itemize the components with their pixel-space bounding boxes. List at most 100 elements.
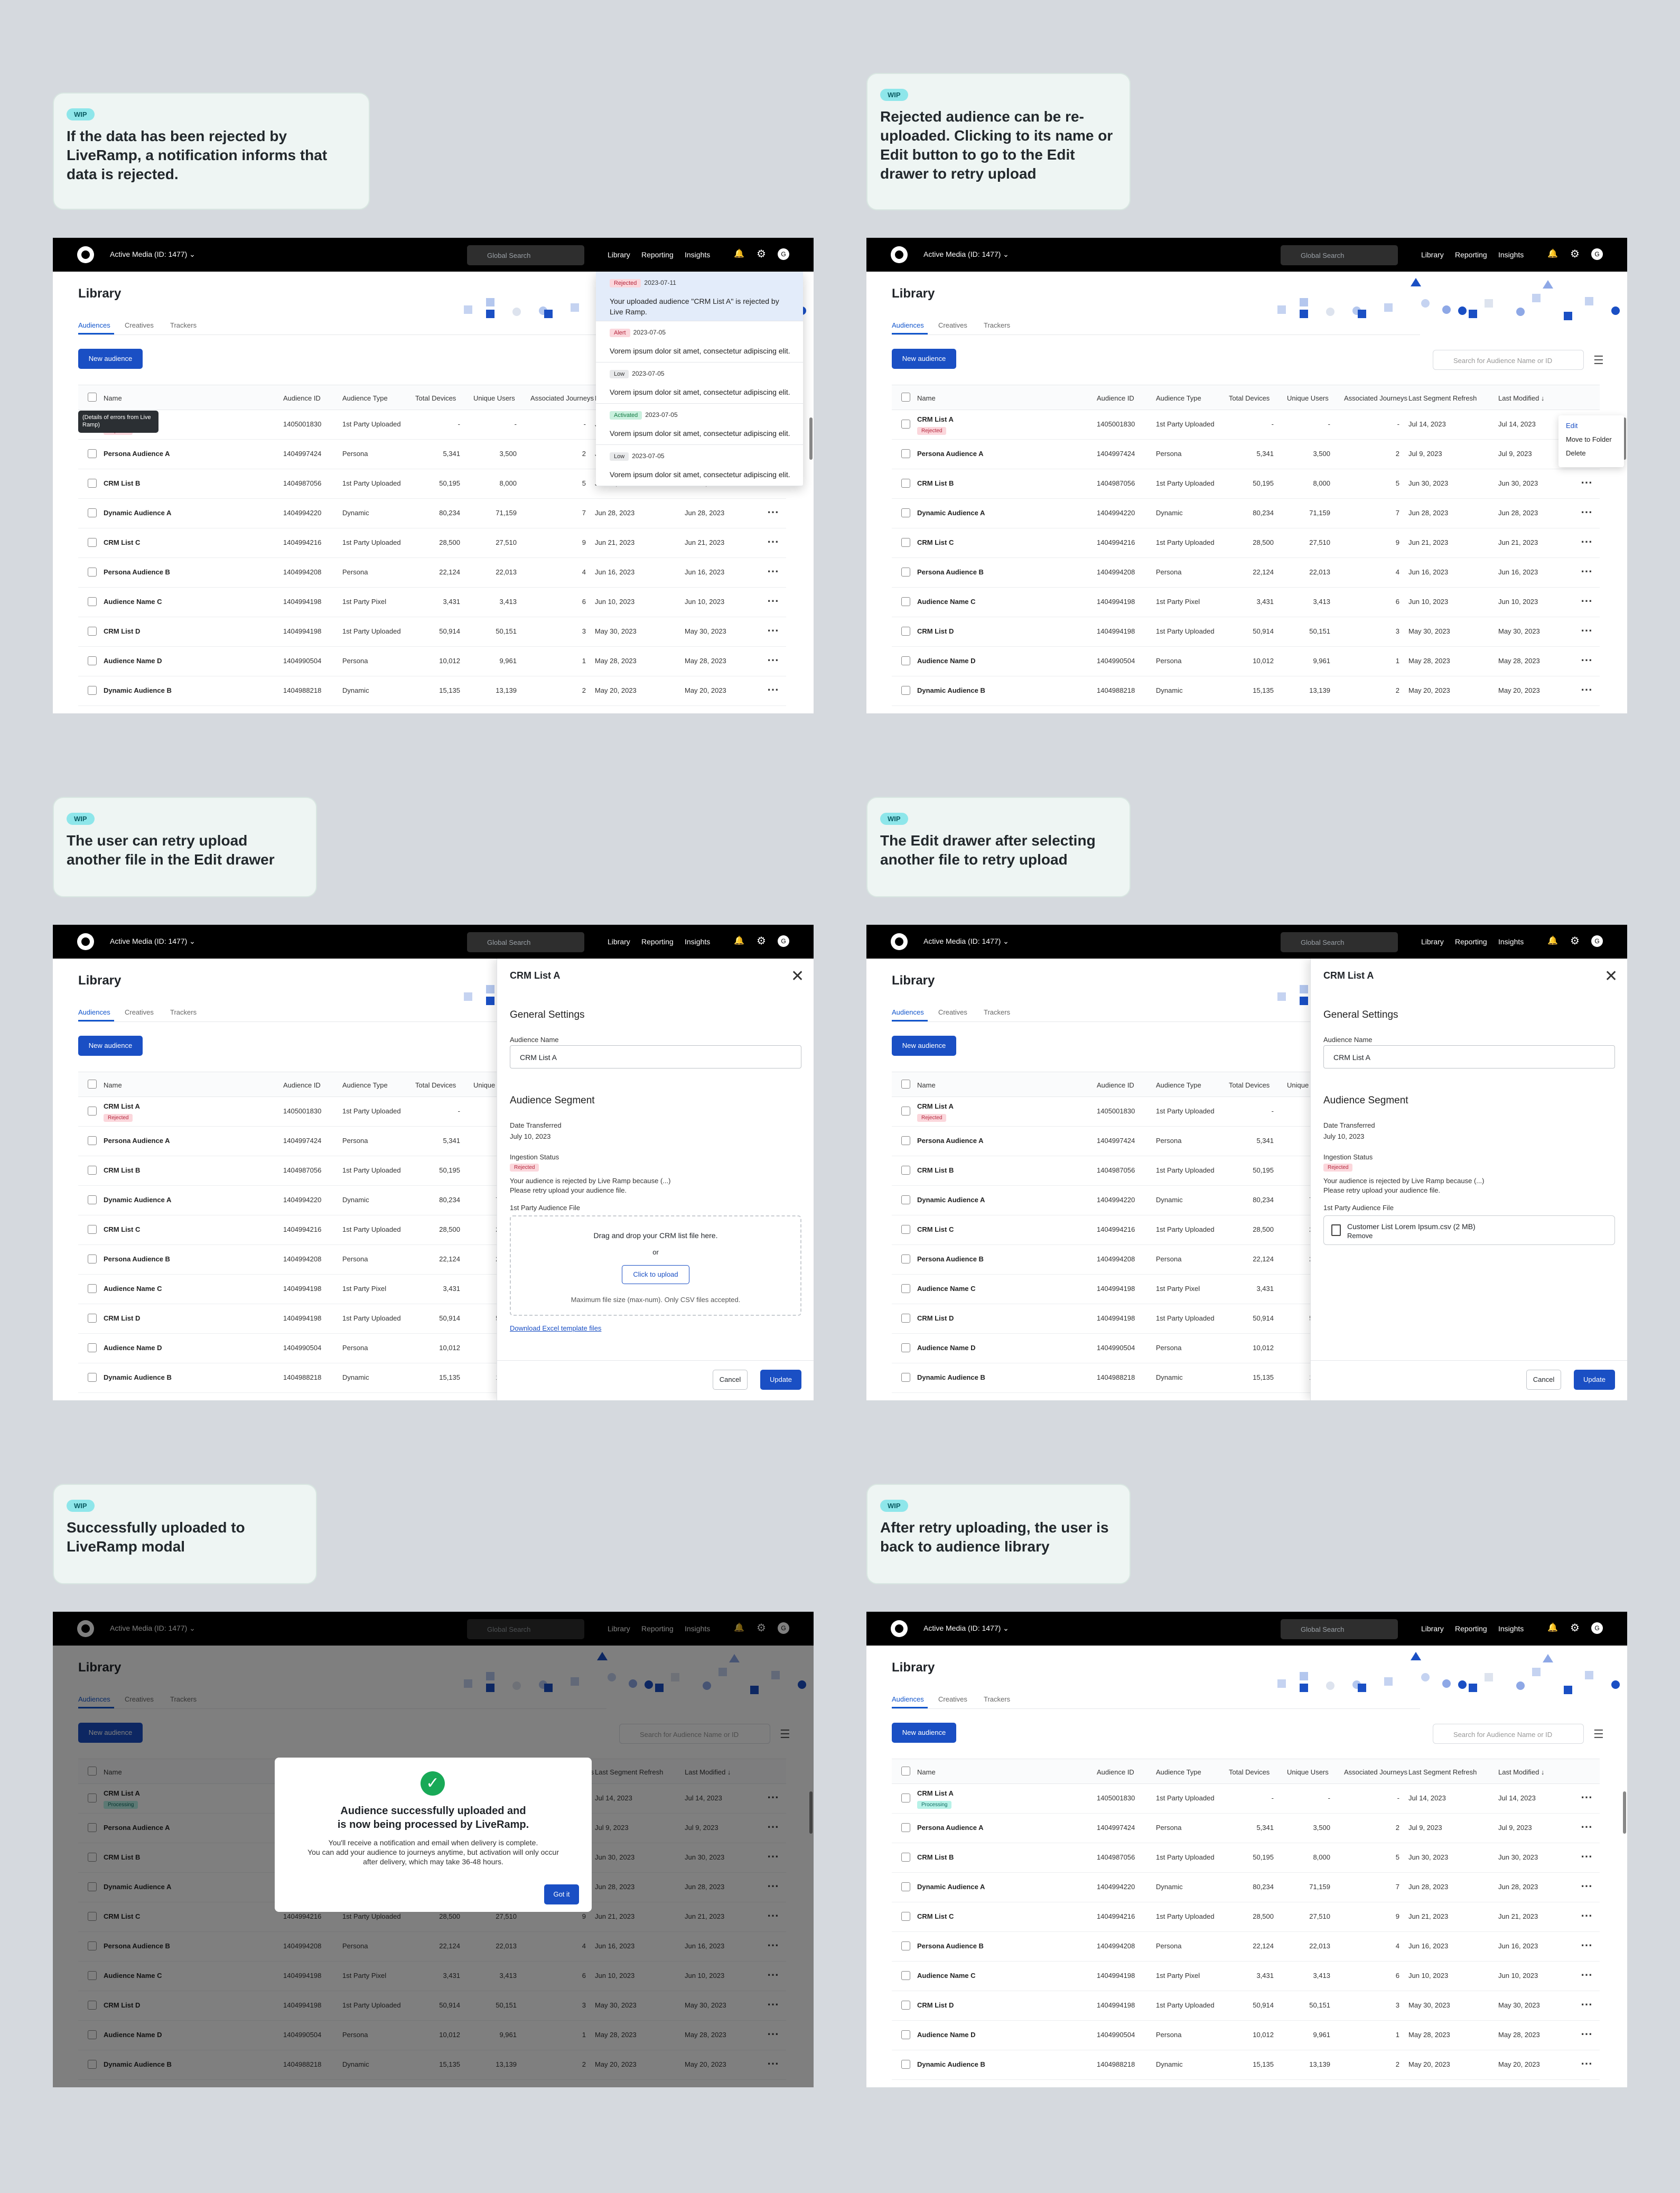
bell-icon[interactable]: 🔔 — [733, 935, 745, 947]
table-row[interactable]: Audience Name D 1404990504 Persona 10,012 9,… — [892, 647, 1600, 676]
column-header[interactable]: Name — [917, 394, 936, 402]
row-checkbox[interactable] — [901, 686, 910, 695]
row-checkbox[interactable] — [901, 420, 910, 429]
column-header[interactable]: Name — [104, 394, 122, 402]
row-checkbox[interactable] — [88, 1136, 97, 1145]
user-avatar[interactable]: G — [1591, 935, 1603, 947]
tab-audiences[interactable]: Audiences — [892, 1008, 924, 1016]
row-checkbox[interactable] — [901, 1225, 910, 1234]
audience-name-link[interactable]: Dynamic Audience B — [104, 1373, 172, 1381]
row-checkbox[interactable] — [88, 1225, 97, 1234]
row-checkbox[interactable] — [901, 479, 910, 488]
global-search-input[interactable]: Global Search — [1281, 245, 1398, 265]
scrollbar[interactable] — [809, 417, 813, 460]
got-it-button[interactable]: Got it — [544, 1884, 579, 1904]
nav-insights[interactable]: Insights — [1498, 250, 1524, 259]
context-menu-item[interactable]: Edit — [1566, 422, 1578, 430]
column-header[interactable]: Last Segment Refresh — [1408, 394, 1477, 402]
audience-name-link[interactable]: Persona Audience B — [104, 1255, 170, 1263]
tab-audiences[interactable]: Audiences — [892, 321, 924, 329]
more-actions-icon[interactable]: ⋯ — [1581, 476, 1592, 489]
gear-icon[interactable]: ⚙ — [1569, 935, 1581, 947]
column-header[interactable]: Audience Type — [1156, 394, 1201, 402]
table-row[interactable]: CRM List B 1404987056 1st Party Uploaded 50… — [892, 469, 1600, 499]
audience-name-link[interactable]: Audience Name D — [917, 2031, 976, 2039]
global-search-input[interactable]: Global Search — [467, 245, 584, 265]
more-actions-icon[interactable]: ⋯ — [1581, 1850, 1592, 1863]
global-search-input[interactable]: Global Search — [1281, 932, 1398, 952]
tab-trackers[interactable]: Trackers — [170, 1008, 197, 1016]
column-header[interactable]: Audience Type — [342, 394, 388, 402]
table-row[interactable]: CRM List C 1404994216 1st Party Uploaded 28… — [78, 528, 786, 558]
audience-name-link[interactable]: Audience Name C — [917, 1285, 976, 1293]
update-button[interactable]: Update — [1574, 1370, 1615, 1390]
table-row[interactable]: Dynamic Audience B 1404988218 Dynamic 15,13… — [892, 676, 1600, 706]
column-header[interactable]: Associated Journeys — [530, 394, 594, 402]
table-row[interactable]: CRM List A 1405001830 1st Party Uploaded - -… — [892, 1784, 1600, 1814]
notification-item[interactable]: Low 2023-07-05 Vorem ipsum dolor sit amet,… — [596, 363, 803, 404]
audience-name-link[interactable]: Dynamic Audience A — [917, 1196, 985, 1204]
brand-logo[interactable] — [891, 1620, 908, 1637]
table-row[interactable]: CRM List C 1404994216 1st Party Uploaded 28… — [892, 528, 1600, 558]
column-header[interactable]: Audience Type — [342, 1081, 388, 1089]
table-row[interactable]: Audience Name C 1404994198 1st Party Pixel… — [892, 588, 1600, 617]
row-checkbox[interactable] — [88, 1284, 97, 1293]
column-header[interactable]: Unique Users — [473, 394, 515, 402]
user-avatar[interactable]: G — [1591, 248, 1603, 260]
audience-name-link[interactable]: Persona Audience B — [917, 1942, 984, 1950]
more-actions-icon[interactable]: ⋯ — [1581, 564, 1592, 578]
audience-name-link[interactable]: Dynamic Audience A — [104, 1196, 171, 1204]
row-checkbox[interactable] — [901, 1255, 910, 1263]
gear-icon[interactable]: ⚙ — [755, 248, 767, 260]
nav-library[interactable]: Library — [1421, 1624, 1444, 1633]
row-checkbox[interactable] — [88, 1107, 97, 1116]
audience-search-input[interactable]: Search for Audience Name or ID — [1433, 1724, 1584, 1744]
table-row[interactable]: Persona Audience A 1404997424 Persona 5,341… — [892, 1814, 1600, 1843]
audience-name-link[interactable]: CRM List D — [104, 1314, 140, 1322]
row-checkbox[interactable] — [88, 627, 97, 636]
nav-reporting[interactable]: Reporting — [1455, 250, 1487, 259]
audience-name-link[interactable]: Dynamic Audience B — [917, 686, 985, 694]
audience-name-link[interactable]: CRM List D — [917, 2001, 954, 2009]
column-header[interactable]: Total Devices — [415, 394, 456, 402]
audience-name-link[interactable]: CRM List B — [104, 479, 140, 487]
user-avatar[interactable]: G — [778, 935, 789, 947]
audience-name-link[interactable]: CRM List D — [917, 627, 954, 635]
click-to-upload-button[interactable]: Click to upload — [622, 1265, 689, 1284]
more-actions-icon[interactable]: ⋯ — [1581, 505, 1592, 519]
audience-name-link[interactable]: CRM List B — [917, 479, 954, 487]
table-row[interactable]: Audience Name D 1404990504 Persona 10,012 9,… — [892, 2021, 1600, 2050]
more-actions-icon[interactable]: ⋯ — [767, 594, 779, 608]
row-checkbox[interactable] — [88, 568, 97, 577]
org-switcher[interactable]: Active Media (ID: 1477) ⌄ — [110, 250, 195, 259]
table-row[interactable]: Persona Audience B 1404994208 Persona 22,12… — [892, 558, 1600, 588]
column-header[interactable]: Name — [917, 1081, 936, 1089]
nav-library[interactable]: Library — [1421, 250, 1444, 259]
audience-name-link[interactable]: Audience Name D — [104, 657, 162, 665]
table-row[interactable]: Dynamic Audience A 1404994220 Dynamic 80,23… — [78, 499, 786, 528]
table-row[interactable]: Dynamic Audience A 1404994220 Dynamic 80,23… — [892, 499, 1600, 528]
global-search-input[interactable]: Global Search — [1281, 1619, 1398, 1639]
row-checkbox[interactable] — [88, 597, 97, 606]
select-all-checkbox[interactable] — [901, 1767, 910, 1776]
tab-trackers[interactable]: Trackers — [984, 1008, 1010, 1016]
audience-name-link[interactable]: CRM List C — [917, 538, 954, 546]
audience-name-link[interactable]: Dynamic Audience A — [104, 509, 171, 517]
column-header[interactable]: Total Devices — [1229, 394, 1270, 402]
more-actions-icon[interactable]: ⋯ — [767, 683, 779, 696]
column-header[interactable]: Unique Users — [1287, 1768, 1329, 1776]
select-all-checkbox[interactable] — [88, 1080, 97, 1089]
more-actions-icon[interactable]: ⋯ — [1581, 1820, 1592, 1834]
audience-name-link[interactable]: CRM List D — [104, 627, 140, 635]
global-search-input[interactable]: Global Search — [467, 932, 584, 952]
filter-icon[interactable]: ☰ — [1593, 354, 1604, 367]
org-switcher[interactable]: Active Media (ID: 1477) ⌄ — [923, 250, 1009, 259]
column-header[interactable]: Last Segment Refresh — [1408, 1768, 1477, 1776]
audience-name-link[interactable]: CRM List D — [917, 1314, 954, 1322]
row-checkbox[interactable] — [901, 2001, 910, 2010]
context-menu-item[interactable]: Move to Folder — [1566, 435, 1612, 443]
nav-insights[interactable]: Insights — [1498, 937, 1524, 946]
new-audience-button[interactable]: New audience — [78, 1036, 143, 1056]
audience-name-link[interactable]: Dynamic Audience B — [104, 686, 172, 694]
nav-library[interactable]: Library — [608, 250, 630, 259]
